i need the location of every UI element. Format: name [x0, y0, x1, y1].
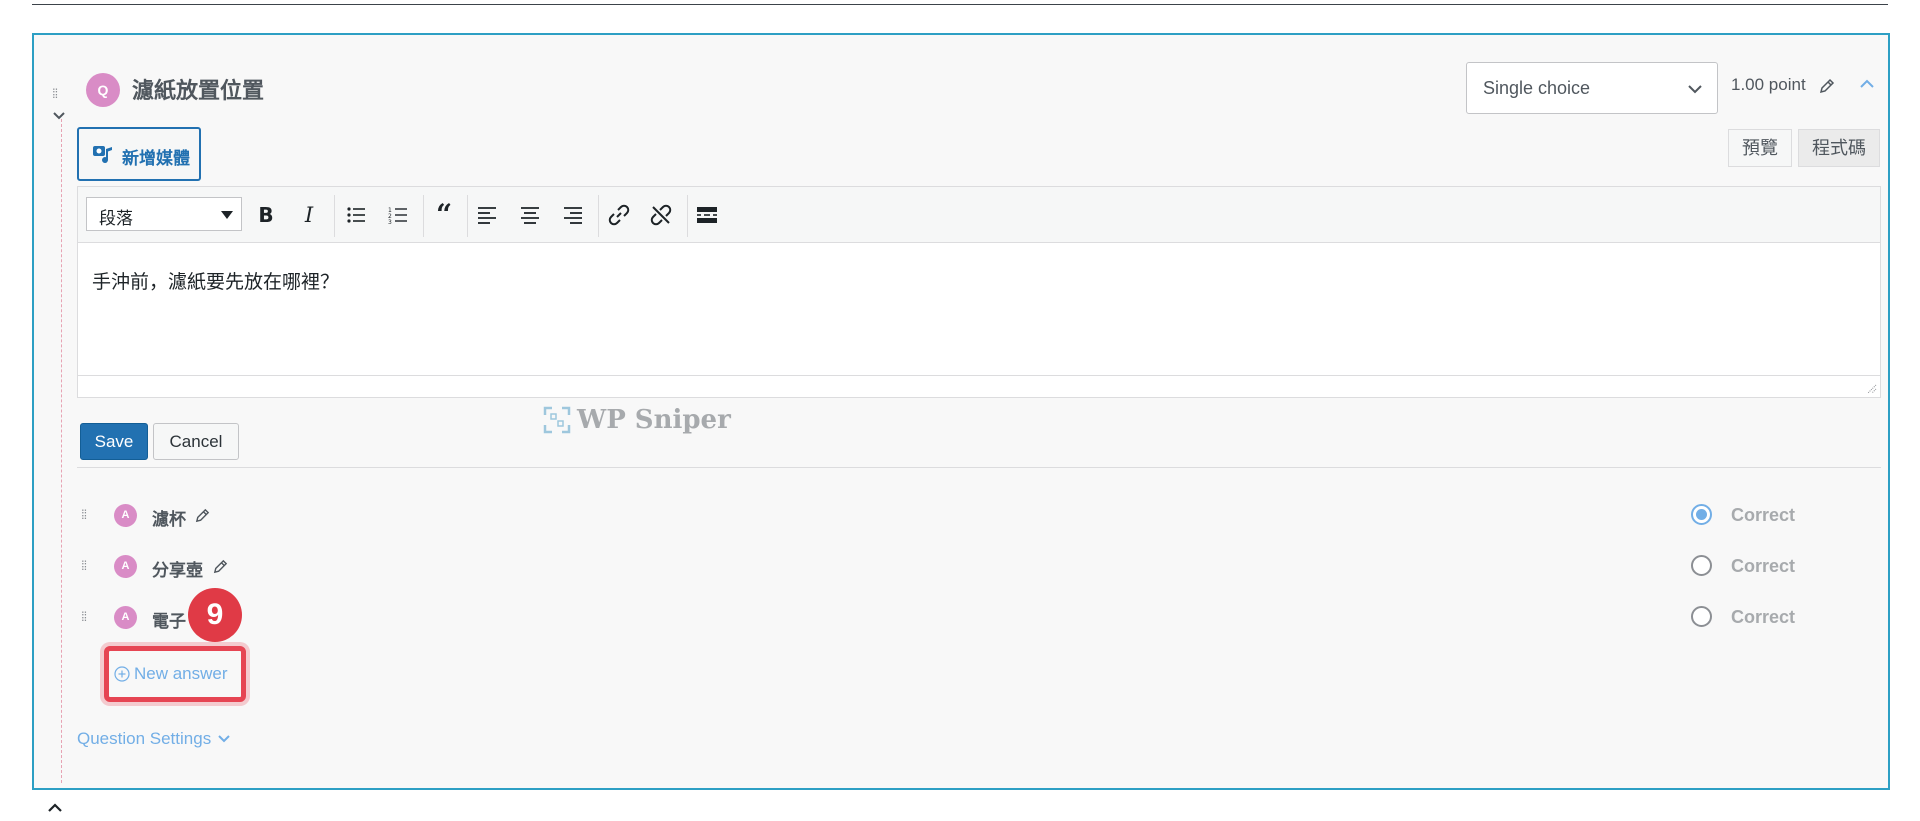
editor-toolbar: 段落 B I 123 “ [78, 187, 1880, 243]
toolbar-separator [334, 195, 335, 237]
answer-text[interactable]: 電子 [152, 607, 186, 632]
plus-circle-icon [114, 666, 130, 682]
edit-pencil-icon[interactable] [212, 558, 229, 575]
answer-badge: A [114, 555, 137, 578]
read-more-icon[interactable] [692, 201, 722, 229]
question-type-value: Single choice [1483, 78, 1591, 98]
bold-icon[interactable]: B [251, 201, 281, 229]
correct-label: Correct [1731, 505, 1796, 525]
blockquote-icon[interactable]: “ [429, 201, 459, 229]
question-panel: ⁞⁞ Q 濾紙放置位置 Single choice 1.00 point 新增媒… [32, 33, 1890, 790]
list-item: ⁞⁞ A 分享壺 Correct [34, 547, 1888, 587]
answer-text[interactable]: 分享壺 [152, 556, 203, 581]
cancel-button[interactable]: Cancel [153, 423, 239, 460]
step-number-badge: 9 [188, 588, 242, 642]
edit-points-pencil-icon[interactable] [1818, 77, 1836, 95]
top-divider [32, 4, 1888, 5]
media-icon [93, 146, 112, 164]
list-item: ⁞⁞ A 濾杯 Correct [34, 496, 1888, 536]
correct-radio[interactable] [1691, 504, 1712, 525]
chevron-up-icon[interactable] [1858, 77, 1876, 91]
toolbar-separator [423, 195, 424, 237]
collapse-chevron-icon[interactable] [52, 109, 66, 123]
chevron-up-icon[interactable] [47, 802, 63, 814]
format-select[interactable]: 段落 [86, 197, 242, 231]
bullet-list-icon[interactable] [341, 201, 371, 229]
align-left-icon[interactable] [472, 201, 502, 229]
question-settings-label: Question Settings [77, 729, 212, 748]
rich-text-editor: 段落 B I 123 “ 手沖前，濾紙要先放在哪裡？ [77, 186, 1881, 398]
answer-drag-handle-icon[interactable]: ⁞⁞ [81, 559, 87, 572]
crop-frame-icon [543, 406, 571, 434]
unlink-icon[interactable] [646, 201, 676, 229]
align-center-icon[interactable] [515, 201, 545, 229]
resize-handle-icon[interactable] [1865, 382, 1877, 394]
watermark-text: WP Sniper [577, 405, 731, 435]
question-settings-toggle[interactable]: Question Settings [77, 729, 231, 749]
italic-icon[interactable]: I [294, 201, 324, 229]
tab-preview[interactable]: 預覽 [1728, 129, 1792, 167]
answer-drag-handle-icon[interactable]: ⁞⁞ [81, 508, 87, 521]
add-media-label: 新增媒體 [122, 149, 190, 168]
editor-content[interactable]: 手沖前，濾紙要先放在哪裡？ [92, 267, 339, 294]
tab-code[interactable]: 程式碼 [1798, 129, 1880, 167]
answer-drag-handle-icon[interactable]: ⁞⁞ [81, 610, 87, 623]
answer-badge: A [114, 504, 137, 527]
answer-badge: A [114, 606, 137, 629]
watermark: WP Sniper [543, 405, 731, 435]
toolbar-separator [467, 195, 468, 237]
question-guide-line [61, 119, 62, 783]
link-icon[interactable] [604, 201, 634, 229]
correct-label: Correct [1731, 556, 1796, 576]
answer-text[interactable]: 濾杯 [152, 505, 186, 530]
question-badge: Q [86, 73, 120, 107]
question-drag-handle-icon[interactable]: ⁞⁞ [52, 87, 58, 100]
svg-text:3: 3 [388, 219, 392, 224]
chevron-down-icon [218, 735, 230, 743]
correct-label: Correct [1731, 607, 1796, 627]
question-type-select[interactable]: Single choice [1466, 62, 1718, 114]
question-points: 1.00 point [1731, 75, 1806, 94]
question-title[interactable]: 濾紙放置位置 [132, 73, 264, 105]
format-select-value: 段落 [99, 209, 133, 228]
toolbar-separator [598, 195, 599, 237]
correct-radio[interactable] [1691, 606, 1712, 627]
add-media-button[interactable]: 新增媒體 [77, 127, 201, 181]
editor-statusbar [78, 375, 1880, 397]
caret-down-icon [221, 211, 233, 219]
align-right-icon[interactable] [558, 201, 588, 229]
toolbar-separator [687, 195, 688, 237]
new-answer-button[interactable]: New answer [114, 664, 228, 684]
list-item: ⁞⁞ A 電子 Correct [34, 598, 1888, 638]
edit-pencil-icon[interactable] [194, 507, 211, 524]
answers-divider [77, 467, 1881, 468]
save-button[interactable]: Save [80, 423, 148, 460]
chevron-down-icon [1688, 85, 1702, 94]
correct-radio[interactable] [1691, 555, 1712, 576]
new-answer-label: New answer [134, 664, 228, 683]
numbered-list-icon[interactable]: 123 [383, 201, 413, 229]
